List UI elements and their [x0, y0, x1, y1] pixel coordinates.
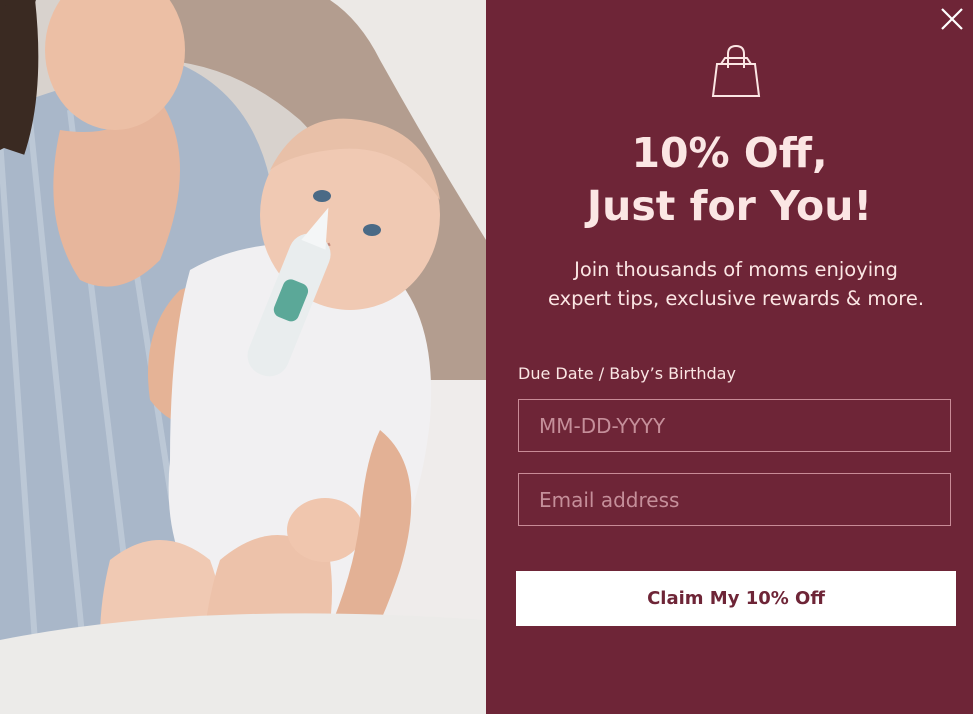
subtext-line-2: expert tips, exclusive rewards & more. — [547, 287, 925, 310]
headline-line-2: Just for You! — [586, 182, 873, 230]
signup-panel: 10% Off, Just for You! Join thousands of… — [486, 0, 973, 714]
mother-baby-photo — [0, 0, 486, 714]
shopping-bag-icon — [711, 44, 761, 98]
email-input[interactable] — [518, 473, 951, 526]
headline-line-1: 10% Off, — [631, 129, 828, 177]
close-icon[interactable] — [939, 6, 965, 32]
subtext-line-1: Join thousands of moms enjoying — [574, 258, 898, 281]
signup-popup: 10% Off, Just for You! Join thousands of… — [0, 0, 973, 714]
due-date-label: Due Date / Baby’s Birthday — [518, 364, 736, 383]
claim-offer-button[interactable]: Claim My 10% Off — [516, 571, 956, 626]
photo-illustration — [0, 0, 486, 714]
due-date-input[interactable] — [518, 399, 951, 452]
